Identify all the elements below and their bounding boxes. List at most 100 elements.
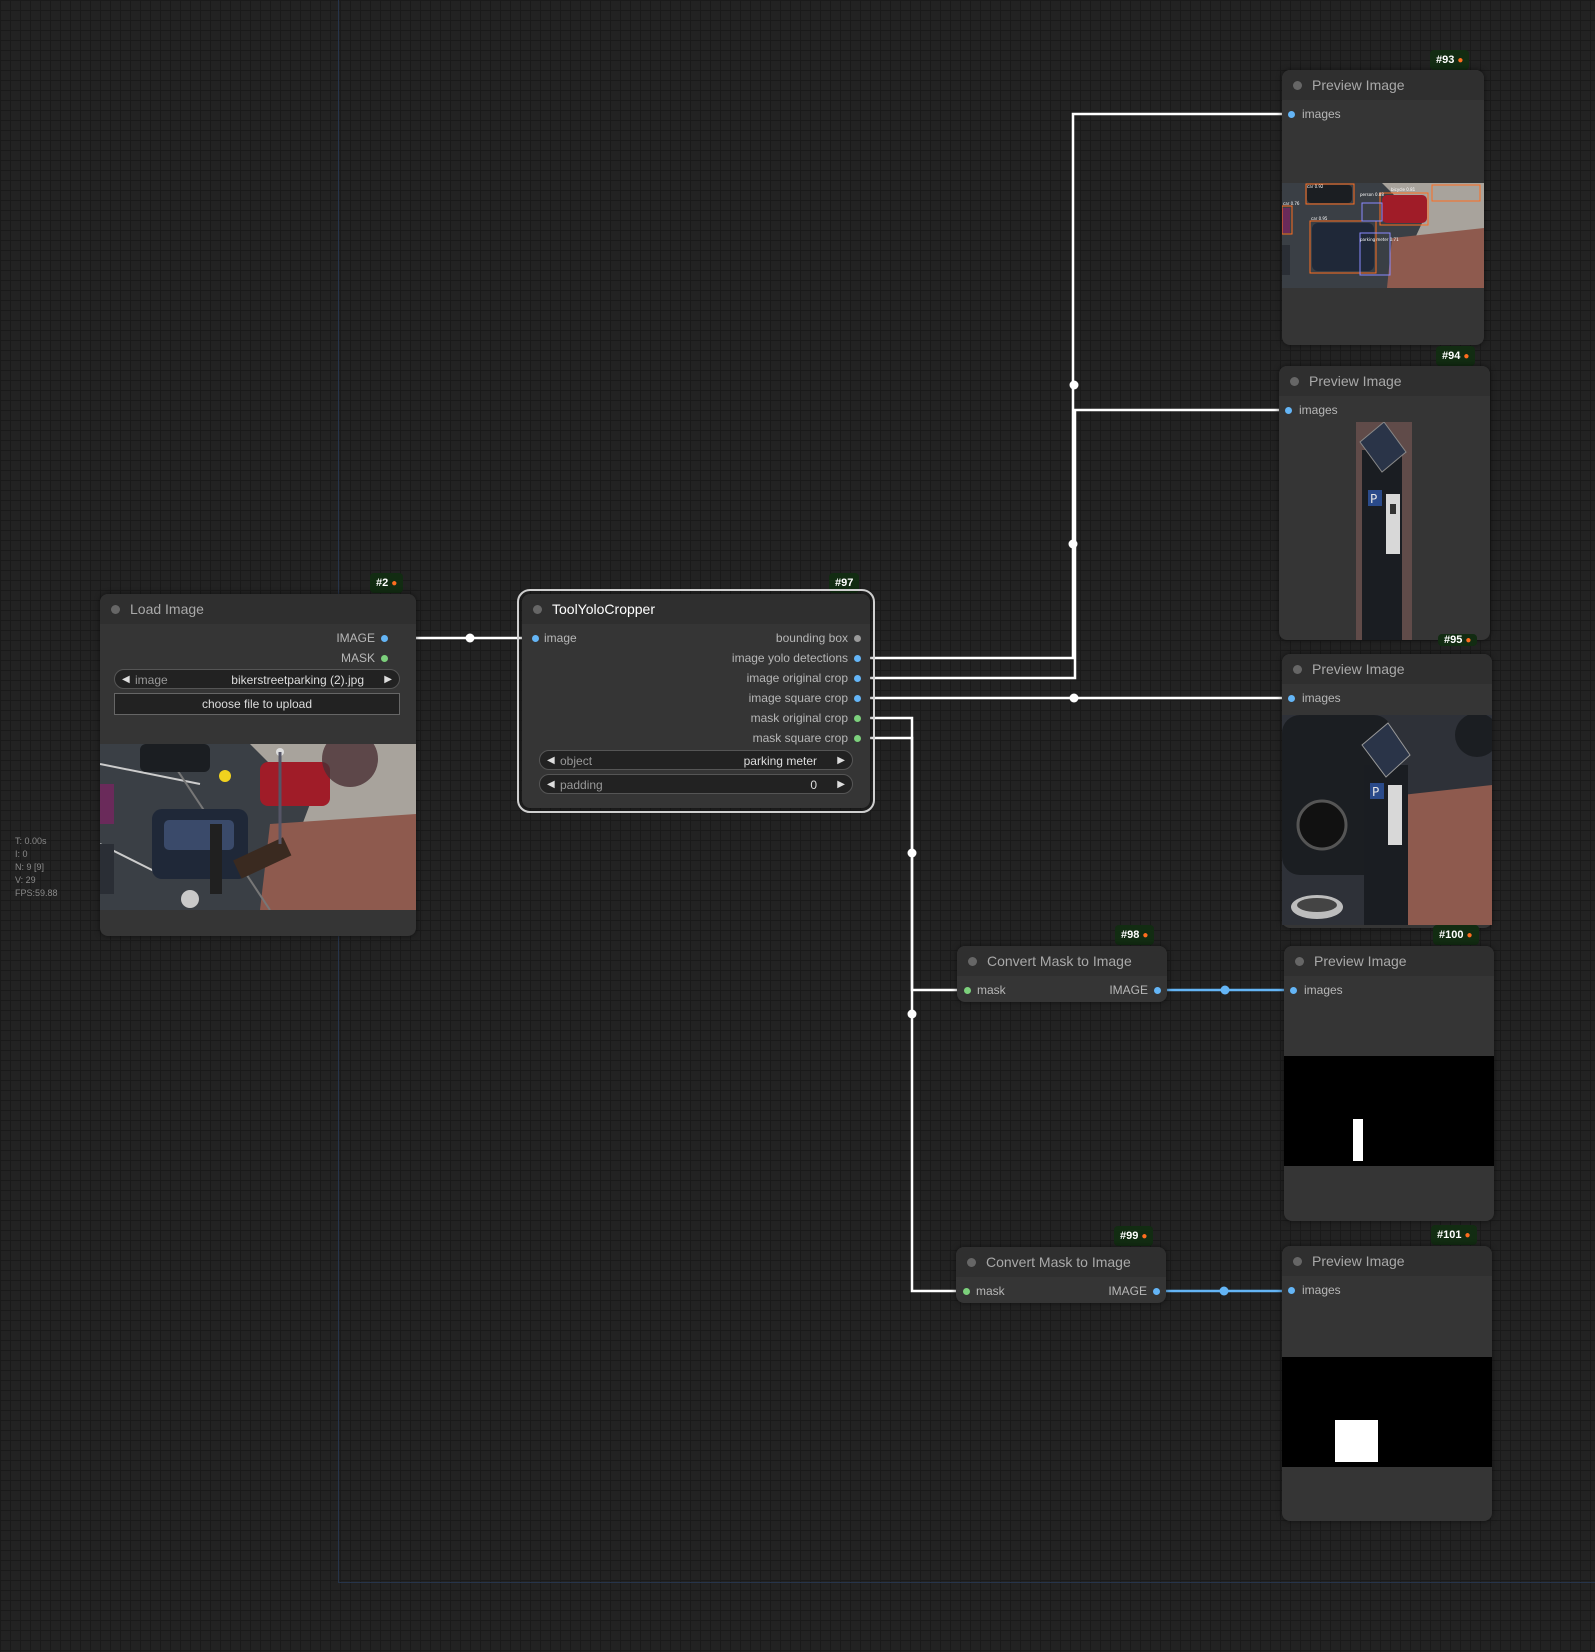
output-slot-image[interactable]: IMAGE <box>336 628 375 648</box>
parking-meter-crop-image: P <box>1356 422 1412 640</box>
fox-icon: ● <box>1457 55 1464 66</box>
stat-vertices: V: 29 <box>15 875 36 885</box>
arrow-right-icon[interactable]: ▶ <box>384 670 392 690</box>
input-dot-icon[interactable] <box>1288 695 1295 702</box>
collapse-dot-icon[interactable] <box>967 1258 976 1267</box>
output-slot-bounding-box[interactable]: bounding box <box>776 628 848 648</box>
input-dot-icon[interactable] <box>1288 1287 1295 1294</box>
collapse-dot-icon[interactable] <box>1295 957 1304 966</box>
output-dot-icon[interactable] <box>381 635 388 642</box>
input-slot-images[interactable]: images <box>1302 1280 1341 1300</box>
link-midpoint <box>907 848 917 858</box>
node-id: #95 <box>1444 634 1463 646</box>
image-combo-widget[interactable]: ◀ image bikerstreetparking (2).jpg ▶ <box>114 669 400 689</box>
node-title-bar[interactable]: ToolYoloCropper <box>522 594 870 624</box>
output-slot-mask-original-crop[interactable]: mask original crop <box>751 708 848 728</box>
collapse-dot-icon[interactable] <box>111 605 120 614</box>
node-title: Preview Image <box>1312 661 1405 677</box>
input-dot-icon[interactable] <box>964 987 971 994</box>
svg-text:P: P <box>1370 492 1377 506</box>
collapse-dot-icon[interactable] <box>1293 665 1302 674</box>
node-title: Preview Image <box>1309 373 1402 389</box>
input-dot-icon[interactable] <box>532 635 539 642</box>
preview-image-node-94[interactable]: Preview Image images P <box>1279 366 1490 640</box>
input-dot-icon[interactable] <box>1285 407 1292 414</box>
tool-yolo-cropper-node[interactable]: ToolYoloCropper image bounding box image… <box>517 589 875 813</box>
node-title-bar[interactable]: Preview Image <box>1282 1246 1492 1276</box>
output-dot-icon[interactable] <box>854 655 861 662</box>
collapse-dot-icon[interactable] <box>1293 1257 1302 1266</box>
output-dot-icon[interactable] <box>381 655 388 662</box>
detection-label: person 0.88 <box>1360 192 1384 197</box>
collapse-dot-icon[interactable] <box>533 605 542 614</box>
output-slot-mask-square-crop[interactable]: mask square crop <box>753 728 848 748</box>
node-id-badge: #97 <box>829 573 860 593</box>
arrow-left-icon[interactable]: ◀ <box>547 751 555 771</box>
arrow-left-icon[interactable]: ◀ <box>122 670 130 690</box>
upload-button[interactable]: choose file to upload <box>114 693 400 715</box>
node-title-bar[interactable]: Convert Mask to Image <box>957 946 1167 976</box>
output-slot-image-yolo-detections[interactable]: image yolo detections <box>732 648 848 668</box>
preview-image-node-100[interactable]: Preview Image images <box>1284 946 1494 1221</box>
output-dot-icon[interactable] <box>854 675 861 682</box>
fox-icon: ● <box>1464 1230 1471 1241</box>
output-dot-icon[interactable] <box>854 635 861 642</box>
preview-image-node-95[interactable]: Preview Image images P <box>1282 654 1492 928</box>
input-dot-icon[interactable] <box>963 1288 970 1295</box>
input-slot-image[interactable]: image <box>544 628 577 648</box>
stat-nodes: N: 9 [9] <box>15 862 45 872</box>
link-midpoint <box>1068 539 1078 549</box>
fox-icon: ● <box>1142 930 1149 941</box>
node-id-badge: #93 ● <box>1430 50 1470 70</box>
output-slot-image[interactable]: IMAGE <box>1108 1281 1147 1301</box>
node-title-bar[interactable]: Preview Image <box>1282 654 1492 684</box>
arrow-right-icon[interactable]: ▶ <box>837 775 845 795</box>
node-id: #99 <box>1120 1230 1139 1242</box>
output-slot-image-original-crop[interactable]: image original crop <box>747 668 848 688</box>
node-id-badge: #100 ● <box>1433 925 1479 945</box>
output-slot-image-square-crop[interactable]: image square crop <box>749 688 848 708</box>
fox-icon: ● <box>1141 1231 1148 1242</box>
convert-mask-to-image-node-98[interactable]: Convert Mask to Image mask IMAGE <box>957 946 1167 1002</box>
preview-image-node-93[interactable]: Preview Image images car 0.92 person 0.8… <box>1282 70 1484 345</box>
input-dot-icon[interactable] <box>1288 111 1295 118</box>
node-title: ToolYoloCropper <box>552 601 655 617</box>
output-dot-icon[interactable] <box>1153 1288 1160 1295</box>
node-id: #94 <box>1442 350 1461 362</box>
padding-number-widget[interactable]: ◀ padding 0 ▶ <box>539 774 853 794</box>
collapse-dot-icon[interactable] <box>968 957 977 966</box>
convert-mask-to-image-node-99[interactable]: Convert Mask to Image mask IMAGE <box>956 1247 1166 1303</box>
node-title-bar[interactable]: Preview Image <box>1284 946 1494 976</box>
link-midpoint <box>1069 693 1079 703</box>
input-slot-mask[interactable]: mask <box>977 980 1006 1000</box>
arrow-left-icon[interactable]: ◀ <box>547 775 555 795</box>
mask-square-preview-image <box>1282 1357 1492 1467</box>
input-dot-icon[interactable] <box>1290 987 1297 994</box>
output-slot-image[interactable]: IMAGE <box>1109 980 1148 1000</box>
object-combo-widget[interactable]: ◀ object parking meter ▶ <box>539 750 853 770</box>
arrow-right-icon[interactable]: ▶ <box>837 751 845 771</box>
node-title-bar[interactable]: Convert Mask to Image <box>956 1247 1166 1277</box>
load-image-node[interactable]: Load Image IMAGE MASK ◀ image bikerstree… <box>100 594 416 936</box>
node-id: #101 <box>1437 1229 1462 1241</box>
input-slot-mask[interactable]: mask <box>976 1281 1005 1301</box>
node-title: Preview Image <box>1314 953 1407 969</box>
node-title-bar[interactable]: Preview Image <box>1279 366 1490 396</box>
input-slot-images[interactable]: images <box>1302 104 1341 124</box>
detection-label: car 0.76 <box>1283 201 1300 206</box>
input-slot-images[interactable]: images <box>1299 400 1338 420</box>
node-title-bar[interactable]: Preview Image <box>1282 70 1484 100</box>
input-slot-images[interactable]: images <box>1302 688 1341 708</box>
output-dot-icon[interactable] <box>854 695 861 702</box>
svg-text:P: P <box>1372 785 1379 799</box>
node-title-bar[interactable]: Load Image <box>100 594 416 624</box>
input-slot-images[interactable]: images <box>1304 980 1343 1000</box>
collapse-dot-icon[interactable] <box>1290 377 1299 386</box>
output-slot-mask[interactable]: MASK <box>341 648 375 668</box>
collapse-dot-icon[interactable] <box>1293 81 1302 90</box>
output-dot-icon[interactable] <box>854 715 861 722</box>
node-title: Preview Image <box>1312 1253 1405 1269</box>
output-dot-icon[interactable] <box>854 735 861 742</box>
output-dot-icon[interactable] <box>1154 987 1161 994</box>
preview-image-node-101[interactable]: Preview Image images <box>1282 1246 1492 1521</box>
